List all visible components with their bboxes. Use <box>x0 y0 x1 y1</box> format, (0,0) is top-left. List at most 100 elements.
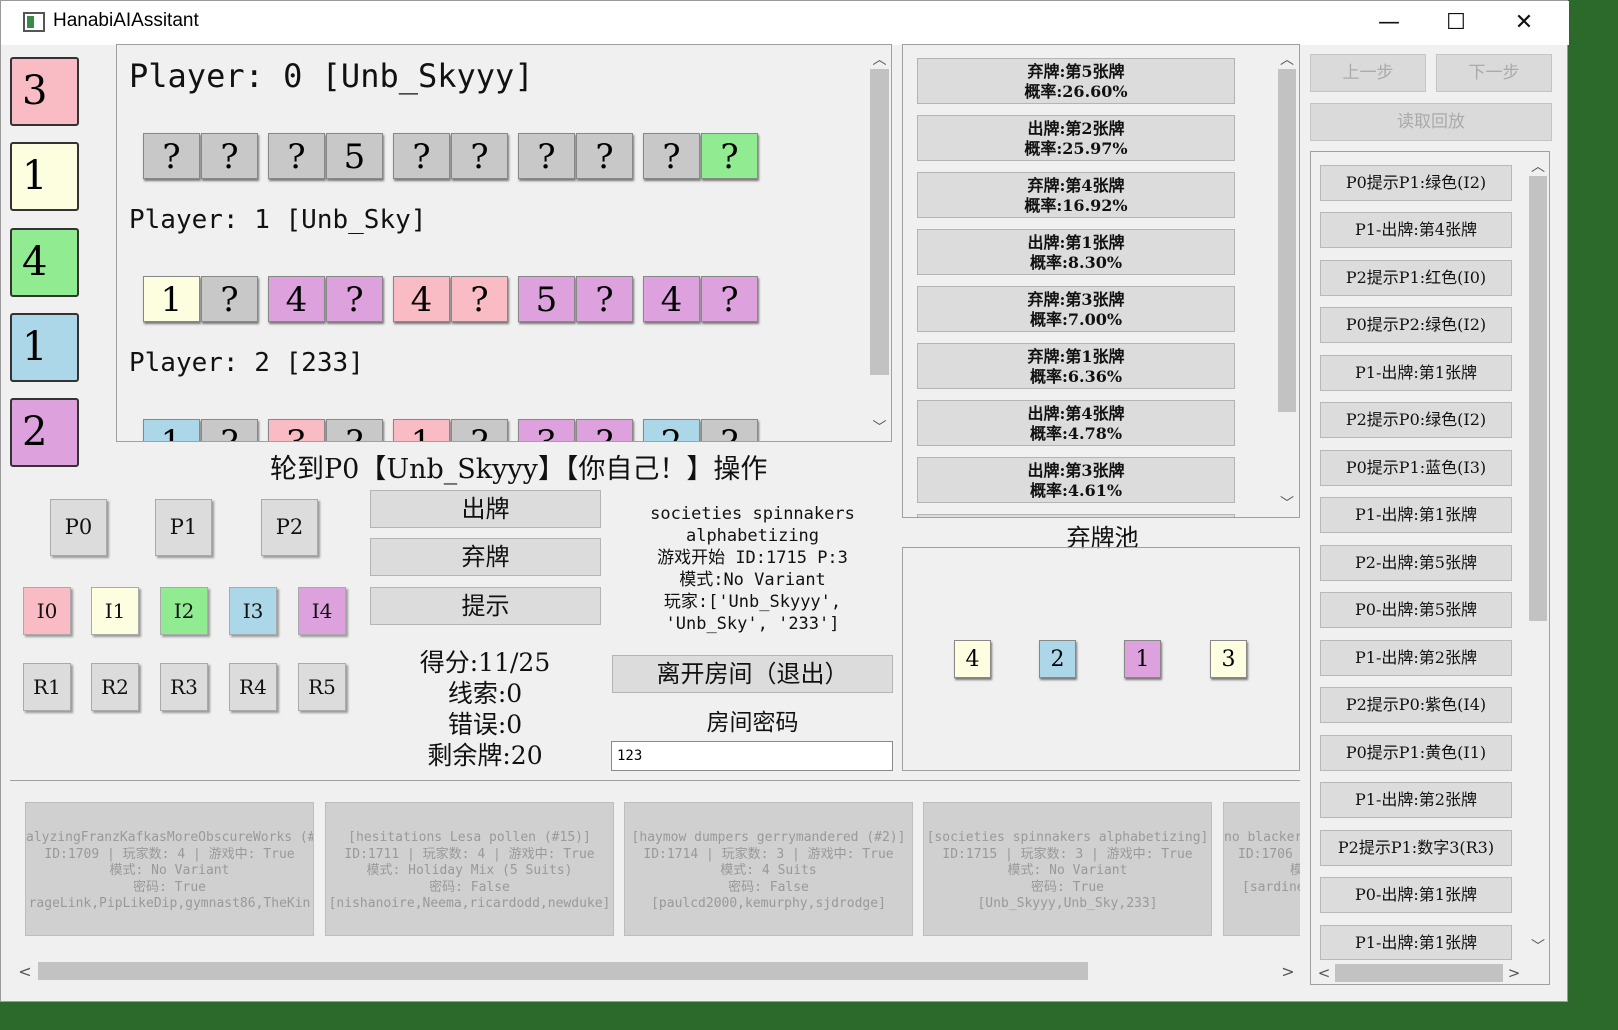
history-item[interactable]: P1-出牌:第2张牌 <box>1320 782 1512 818</box>
scroll-thumb[interactable] <box>1529 176 1547 621</box>
scroll-thumb[interactable] <box>870 69 889 375</box>
card-rank[interactable]: ? <box>576 419 633 441</box>
scroll-down-icon[interactable]: ﹀ <box>867 417 891 437</box>
scroll-right-icon[interactable]: > <box>1505 964 1523 982</box>
history-item[interactable]: P2提示P1:数字3(R3) <box>1320 830 1512 866</box>
room-card[interactable]: [haymow dumpers gerrymandered (#2)] ID:17… <box>624 802 913 936</box>
scroll-left-icon[interactable]: < <box>1315 964 1333 982</box>
history-item[interactable]: P2提示P0:紫色(I4) <box>1320 687 1512 723</box>
card-rank[interactable]: ? <box>451 276 508 322</box>
card-color[interactable]: 3 <box>518 419 575 441</box>
load-replay-button[interactable]: 读取回放 <box>1310 103 1552 141</box>
card-rank[interactable]: ? <box>326 419 383 441</box>
hint-rank-r5-button[interactable]: R5 <box>298 663 346 711</box>
prob-item[interactable]: 弃牌:第1张牌 概率:6.36% <box>917 343 1235 389</box>
card-rank[interactable]: ? <box>326 276 383 322</box>
players-panel[interactable]: Player: 0 [Unb_Skyyy] Player: 1 [Unb_Sky… <box>116 44 892 442</box>
minimize-icon[interactable]: — <box>1354 1 1424 45</box>
card-rank[interactable]: ? <box>201 276 258 322</box>
prob-item[interactable]: 出牌:第3张牌 概率:4.61% <box>917 457 1235 503</box>
history-item[interactable]: P1-出牌:第1张牌 <box>1320 497 1512 533</box>
history-item[interactable]: P2提示P1:红色(I0) <box>1320 260 1512 296</box>
discard-button[interactable]: 弃牌 <box>370 538 601 576</box>
probability-panel[interactable]: 弃牌:第5张牌 概率:26.60% 出牌:第2张牌 概率:25.97% 弃牌:第4张… <box>902 44 1300 518</box>
scroll-left-icon[interactable]: < <box>15 962 35 981</box>
target-p2-button[interactable]: P2 <box>261 499 318 556</box>
room-card[interactable]: alyzingFranzKafkasMoreObscureWorks (# ID:… <box>25 802 314 936</box>
prob-item[interactable]: 弃牌:第3张牌 概率:7.00% <box>917 286 1235 332</box>
card-color[interactable]: 3 <box>268 419 325 441</box>
card-color[interactable]: 4 <box>268 276 325 322</box>
target-p1-button[interactable]: P1 <box>155 499 212 556</box>
prob-item[interactable]: 弃牌:第4张牌 概率:16.92% <box>917 172 1235 218</box>
hint-rank-r3-button[interactable]: R3 <box>160 663 208 711</box>
hint-rank-r2-button[interactable]: R2 <box>91 663 139 711</box>
card-rank[interactable]: ? <box>576 133 633 179</box>
scroll-down-icon[interactable]: ﹀ <box>1526 936 1549 956</box>
scroll-up-icon[interactable]: ︿ <box>1275 49 1299 69</box>
hint-button[interactable]: 提示 <box>370 587 601 625</box>
room-card[interactable]: [hesitations Lesa pollen (#15)] ID:1711 |… <box>325 802 614 936</box>
card-color[interactable]: ? <box>268 133 325 179</box>
room-card[interactable]: no blackerID:1706模[sardine <box>1223 802 1300 936</box>
card-color[interactable]: ? <box>143 133 200 179</box>
card-rank[interactable]: ? <box>201 419 258 441</box>
prob-item[interactable]: 出牌:第2张牌 概率:25.97% <box>917 115 1235 161</box>
prob-item[interactable]: 出牌:第1张牌 概率:8.30% <box>917 229 1235 275</box>
room-list[interactable]: alyzingFranzKafkasMoreObscureWorks (# ID:… <box>10 781 1300 987</box>
history-item[interactable]: P1-出牌:第1张牌 <box>1320 355 1512 391</box>
card-color[interactable]: 1 <box>143 276 200 322</box>
prob-item[interactable]: 出牌:第4张牌 概率:4.78% <box>917 400 1235 446</box>
hint-color-i2-button[interactable]: I2 <box>160 587 208 635</box>
hint-rank-r1-button[interactable]: R1 <box>23 663 71 711</box>
scroll-right-icon[interactable]: > <box>1278 962 1298 981</box>
history-item[interactable]: P0-出牌:第1张牌 <box>1320 877 1512 913</box>
history-scrollbar[interactable]: ︿ ﹀ <box>1526 152 1549 962</box>
card-color[interactable]: 1 <box>393 419 450 441</box>
maximize-icon[interactable]: ☐ <box>1421 1 1491 45</box>
target-p0-button[interactable]: P0 <box>50 499 107 556</box>
leave-room-button[interactable]: 离开房间（退出） <box>612 655 893 693</box>
hint-color-i0-button[interactable]: I0 <box>23 587 71 635</box>
history-item[interactable]: P0提示P1:绿色(I2) <box>1320 165 1512 201</box>
card-color[interactable]: ? <box>643 133 700 179</box>
scroll-thumb[interactable] <box>1278 69 1296 412</box>
card-rank[interactable]: ? <box>701 276 758 322</box>
next-step-button[interactable]: 下一步 <box>1436 54 1552 92</box>
prob-item[interactable]: 弃牌:第5张牌 概率:26.60% <box>917 58 1235 104</box>
history-item[interactable]: P0提示P1:黄色(I1) <box>1320 735 1512 771</box>
card-color[interactable]: 1 <box>143 419 200 441</box>
card-rank[interactable]: ? <box>201 133 258 179</box>
history-item[interactable]: P1-出牌:第4张牌 <box>1320 212 1512 248</box>
scroll-up-icon[interactable]: ︿ <box>867 49 891 69</box>
prev-step-button[interactable]: 上一步 <box>1310 54 1426 92</box>
card-color[interactable]: ? <box>393 133 450 179</box>
card-color[interactable]: 5 <box>518 276 575 322</box>
card-rank[interactable]: ? <box>451 419 508 441</box>
hint-color-i4-button[interactable]: I4 <box>298 587 346 635</box>
scroll-thumb[interactable] <box>38 962 1088 980</box>
room-card[interactable]: [societies spinnakers alphabetizing] ID:1… <box>923 802 1212 936</box>
players-scrollbar[interactable]: ︿ ﹀ <box>867 45 891 441</box>
hint-rank-r4-button[interactable]: R4 <box>229 663 277 711</box>
card-rank[interactable]: ? <box>451 133 508 179</box>
card-rank[interactable]: ? <box>576 276 633 322</box>
card-color[interactable]: 4 <box>393 276 450 322</box>
history-hscrollbar[interactable]: < > <box>1311 962 1549 984</box>
card-color[interactable]: 4 <box>643 276 700 322</box>
close-icon[interactable]: ✕ <box>1489 1 1559 45</box>
history-item[interactable]: P1-出牌:第2张牌 <box>1320 640 1512 676</box>
scroll-thumb[interactable] <box>1335 964 1503 982</box>
history-item[interactable]: P1-出牌:第1张牌 <box>1320 925 1512 960</box>
card-rank[interactable]: 5 <box>326 133 383 179</box>
scroll-up-icon[interactable]: ︿ <box>1526 156 1549 176</box>
scroll-down-icon[interactable]: ﹀ <box>1275 493 1299 513</box>
play-button[interactable]: 出牌 <box>370 490 601 528</box>
password-input[interactable] <box>611 741 893 771</box>
history-item[interactable]: P2提示P0:绿色(I2) <box>1320 402 1512 438</box>
history-item[interactable]: P0提示P2:绿色(I2) <box>1320 307 1512 343</box>
history-item[interactable]: P2-出牌:第5张牌 <box>1320 545 1512 581</box>
card-color[interactable]: 2 <box>643 419 700 441</box>
card-color[interactable]: ? <box>518 133 575 179</box>
rooms-scrollbar[interactable]: < > <box>10 959 1300 983</box>
